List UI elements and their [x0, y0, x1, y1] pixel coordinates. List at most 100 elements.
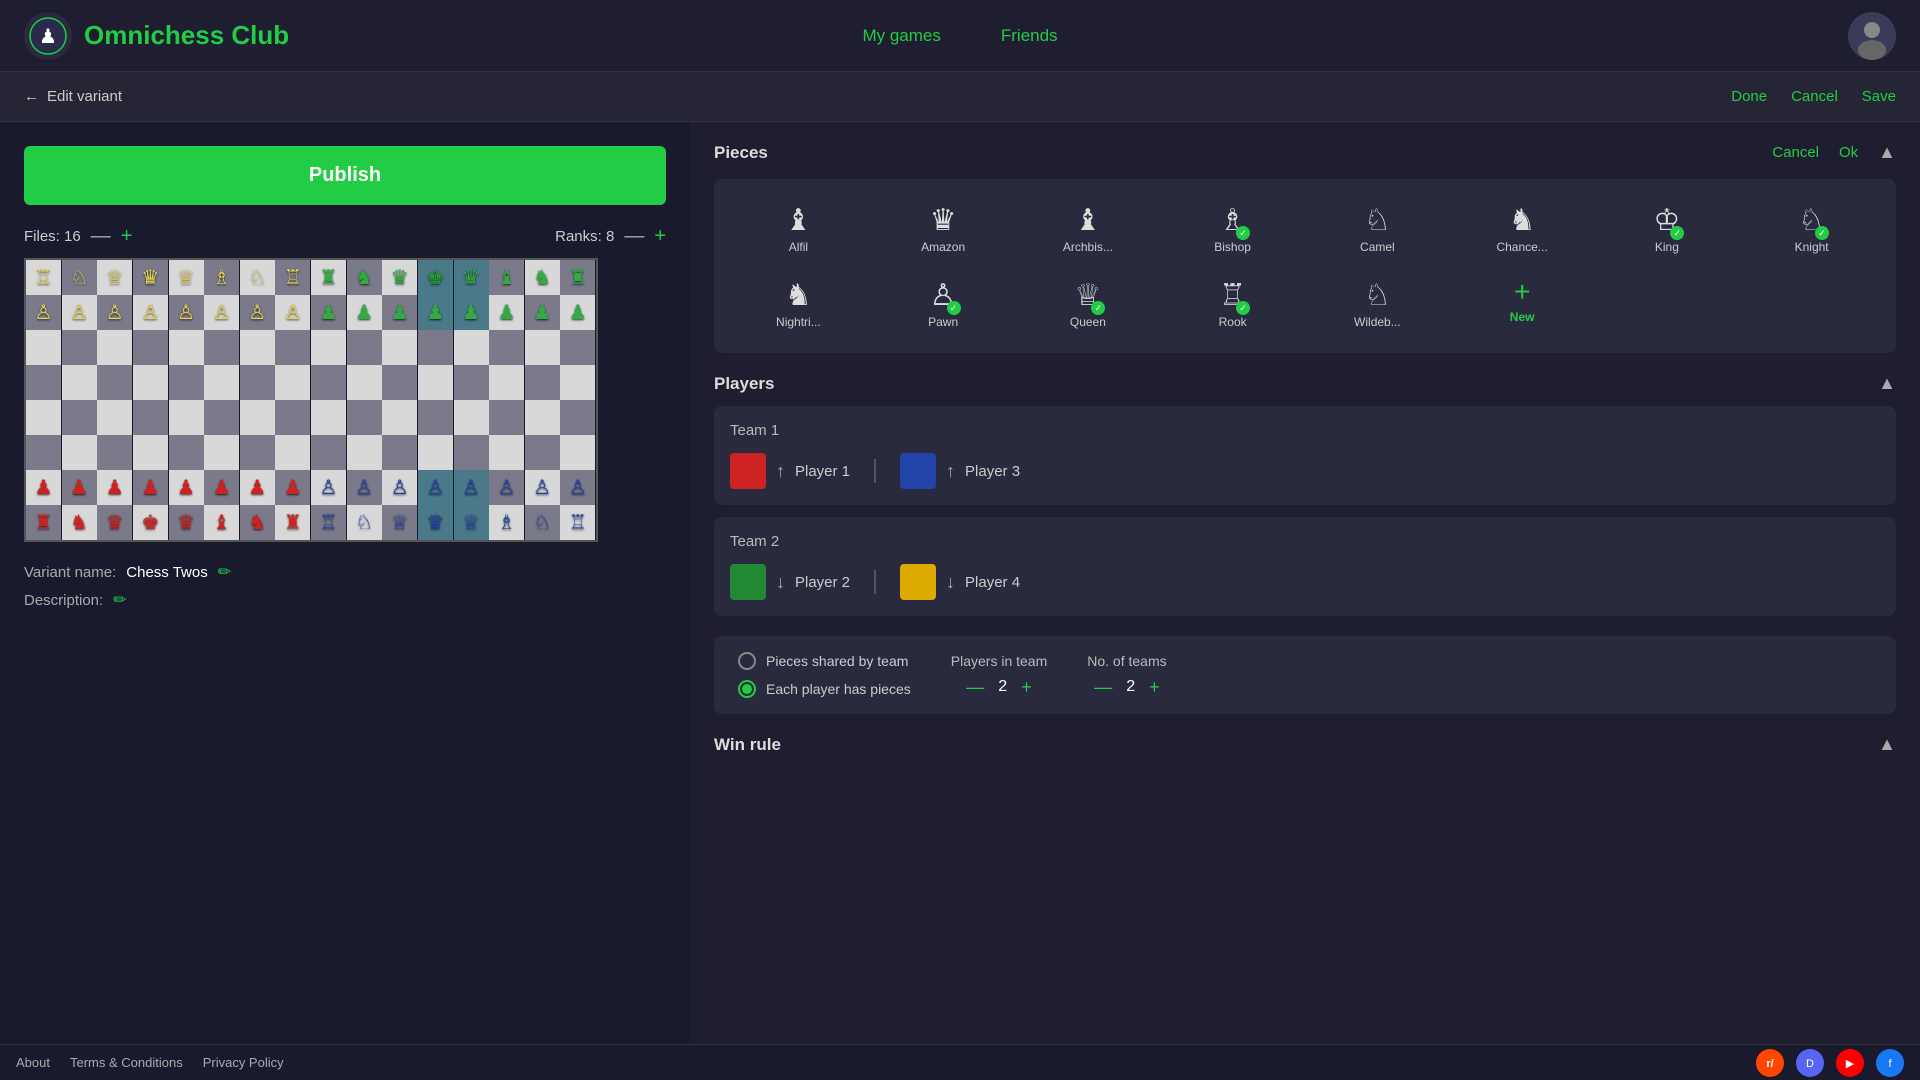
- chess-cell[interactable]: [275, 400, 310, 435]
- chess-cell[interactable]: ♟: [133, 470, 168, 505]
- chess-cell[interactable]: ♛: [418, 505, 453, 540]
- chess-cell[interactable]: [525, 400, 560, 435]
- chess-cell[interactable]: ♞: [240, 505, 275, 540]
- pieces-shared-option[interactable]: Pieces shared by team: [738, 652, 911, 670]
- chess-cell[interactable]: ♙: [418, 470, 453, 505]
- chess-cell[interactable]: ♟: [525, 295, 560, 330]
- player-3-color[interactable]: [900, 453, 936, 489]
- piece-item[interactable]: ♘ Wildeb...: [1309, 270, 1446, 337]
- chess-cell[interactable]: [97, 330, 132, 365]
- piece-item[interactable]: ♞ Nightri...: [730, 270, 867, 337]
- chess-cell[interactable]: [311, 330, 346, 365]
- chess-cell[interactable]: [560, 330, 595, 365]
- chess-cell[interactable]: [347, 400, 382, 435]
- chess-cell[interactable]: ♙: [204, 295, 239, 330]
- chess-cell[interactable]: [26, 435, 61, 470]
- chess-cell[interactable]: ♙: [62, 295, 97, 330]
- piece-item[interactable]: ♝ Archbis...: [1020, 195, 1157, 262]
- chess-cell[interactable]: ♟: [382, 295, 417, 330]
- chess-cell[interactable]: [311, 400, 346, 435]
- chess-cell[interactable]: ♞: [347, 260, 382, 295]
- chess-cell[interactable]: ♛: [454, 260, 489, 295]
- chess-cell[interactable]: ♟: [26, 470, 61, 505]
- chess-cell[interactable]: ♟: [560, 295, 595, 330]
- chess-cell[interactable]: [382, 400, 417, 435]
- chess-cell[interactable]: [62, 435, 97, 470]
- description-edit-icon[interactable]: ✏: [113, 590, 126, 610]
- chess-cell[interactable]: ♕: [169, 260, 204, 295]
- done-button[interactable]: Done: [1731, 88, 1767, 105]
- youtube-icon[interactable]: ▶: [1836, 1049, 1864, 1077]
- chess-cell[interactable]: [560, 435, 595, 470]
- chess-cell[interactable]: [133, 435, 168, 470]
- chess-cell[interactable]: [97, 400, 132, 435]
- chess-cell[interactable]: [454, 330, 489, 365]
- chess-cell[interactable]: ♟: [97, 470, 132, 505]
- chess-cell[interactable]: [489, 435, 524, 470]
- chess-cell[interactable]: [169, 400, 204, 435]
- piece-item[interactable]: ♝ Alfil: [730, 195, 867, 262]
- chess-cell[interactable]: ♛: [169, 505, 204, 540]
- chess-cell[interactable]: ♟: [169, 470, 204, 505]
- chess-cell[interactable]: ♙: [560, 470, 595, 505]
- nav-my-games[interactable]: My games: [862, 26, 940, 46]
- chess-cell[interactable]: ♕: [97, 260, 132, 295]
- chess-cell[interactable]: [382, 330, 417, 365]
- chess-cell[interactable]: ♖: [275, 260, 310, 295]
- chess-cell[interactable]: ♜: [560, 260, 595, 295]
- pieces-collapse-button[interactable]: ▲: [1878, 142, 1896, 163]
- chess-cell[interactable]: ♙: [275, 295, 310, 330]
- chess-cell[interactable]: [454, 365, 489, 400]
- chess-cell[interactable]: ♚: [133, 505, 168, 540]
- each-player-radio[interactable]: [738, 680, 756, 698]
- chess-cell[interactable]: [275, 365, 310, 400]
- variant-name-edit-icon[interactable]: ✏: [218, 562, 231, 582]
- chess-cell[interactable]: [62, 400, 97, 435]
- chess-cell[interactable]: [347, 435, 382, 470]
- piece-item[interactable]: ♙ ✓ Pawn: [875, 270, 1012, 337]
- save-button[interactable]: Save: [1862, 88, 1896, 105]
- chess-cell[interactable]: ♙: [311, 470, 346, 505]
- chess-cell[interactable]: ♙: [347, 470, 382, 505]
- players-collapse-button[interactable]: ▲: [1878, 373, 1896, 394]
- chess-cell[interactable]: [382, 435, 417, 470]
- chess-cell[interactable]: ♘: [525, 505, 560, 540]
- discord-icon[interactable]: D: [1796, 1049, 1824, 1077]
- player-2-color[interactable]: [730, 564, 766, 600]
- chess-cell[interactable]: ♗: [204, 260, 239, 295]
- chess-cell[interactable]: [525, 365, 560, 400]
- chess-cell[interactable]: ♟: [311, 295, 346, 330]
- chess-cell[interactable]: ♝: [204, 505, 239, 540]
- chess-cell[interactable]: ♖: [560, 505, 595, 540]
- chess-cell[interactable]: [133, 400, 168, 435]
- chess-cell[interactable]: [169, 365, 204, 400]
- players-in-team-decrease-button[interactable]: —: [966, 677, 984, 698]
- chess-cell[interactable]: [418, 330, 453, 365]
- chess-cell[interactable]: ♙: [382, 470, 417, 505]
- piece-item[interactable]: ♕ ✓ Queen: [1020, 270, 1157, 337]
- reddit-icon[interactable]: r/: [1756, 1049, 1784, 1077]
- players-in-team-increase-button[interactable]: +: [1021, 677, 1032, 698]
- chess-cell[interactable]: ♕: [382, 505, 417, 540]
- chess-cell[interactable]: ♜: [26, 505, 61, 540]
- pieces-ok-button[interactable]: Ok: [1839, 144, 1858, 161]
- no-of-teams-decrease-button[interactable]: —: [1094, 677, 1112, 698]
- piece-item[interactable]: ♘ Camel: [1309, 195, 1446, 262]
- chess-cell[interactable]: [204, 400, 239, 435]
- chess-cell[interactable]: [382, 365, 417, 400]
- chess-cell[interactable]: [240, 400, 275, 435]
- files-increase-button[interactable]: +: [121, 225, 133, 248]
- chess-cell[interactable]: [133, 365, 168, 400]
- chess-cell[interactable]: ♗: [489, 505, 524, 540]
- player-1-color[interactable]: [730, 453, 766, 489]
- chess-cell[interactable]: ♞: [62, 505, 97, 540]
- chess-cell[interactable]: ♕: [454, 505, 489, 540]
- chess-cell[interactable]: ♖: [311, 505, 346, 540]
- chess-cell[interactable]: ♟: [240, 470, 275, 505]
- pieces-cancel-button[interactable]: Cancel: [1772, 144, 1819, 161]
- chess-cell[interactable]: [133, 330, 168, 365]
- cancel-button[interactable]: Cancel: [1791, 88, 1838, 105]
- player-4-color[interactable]: [900, 564, 936, 600]
- piece-item[interactable]: ♛ Amazon: [875, 195, 1012, 262]
- nav-friends[interactable]: Friends: [1001, 26, 1058, 46]
